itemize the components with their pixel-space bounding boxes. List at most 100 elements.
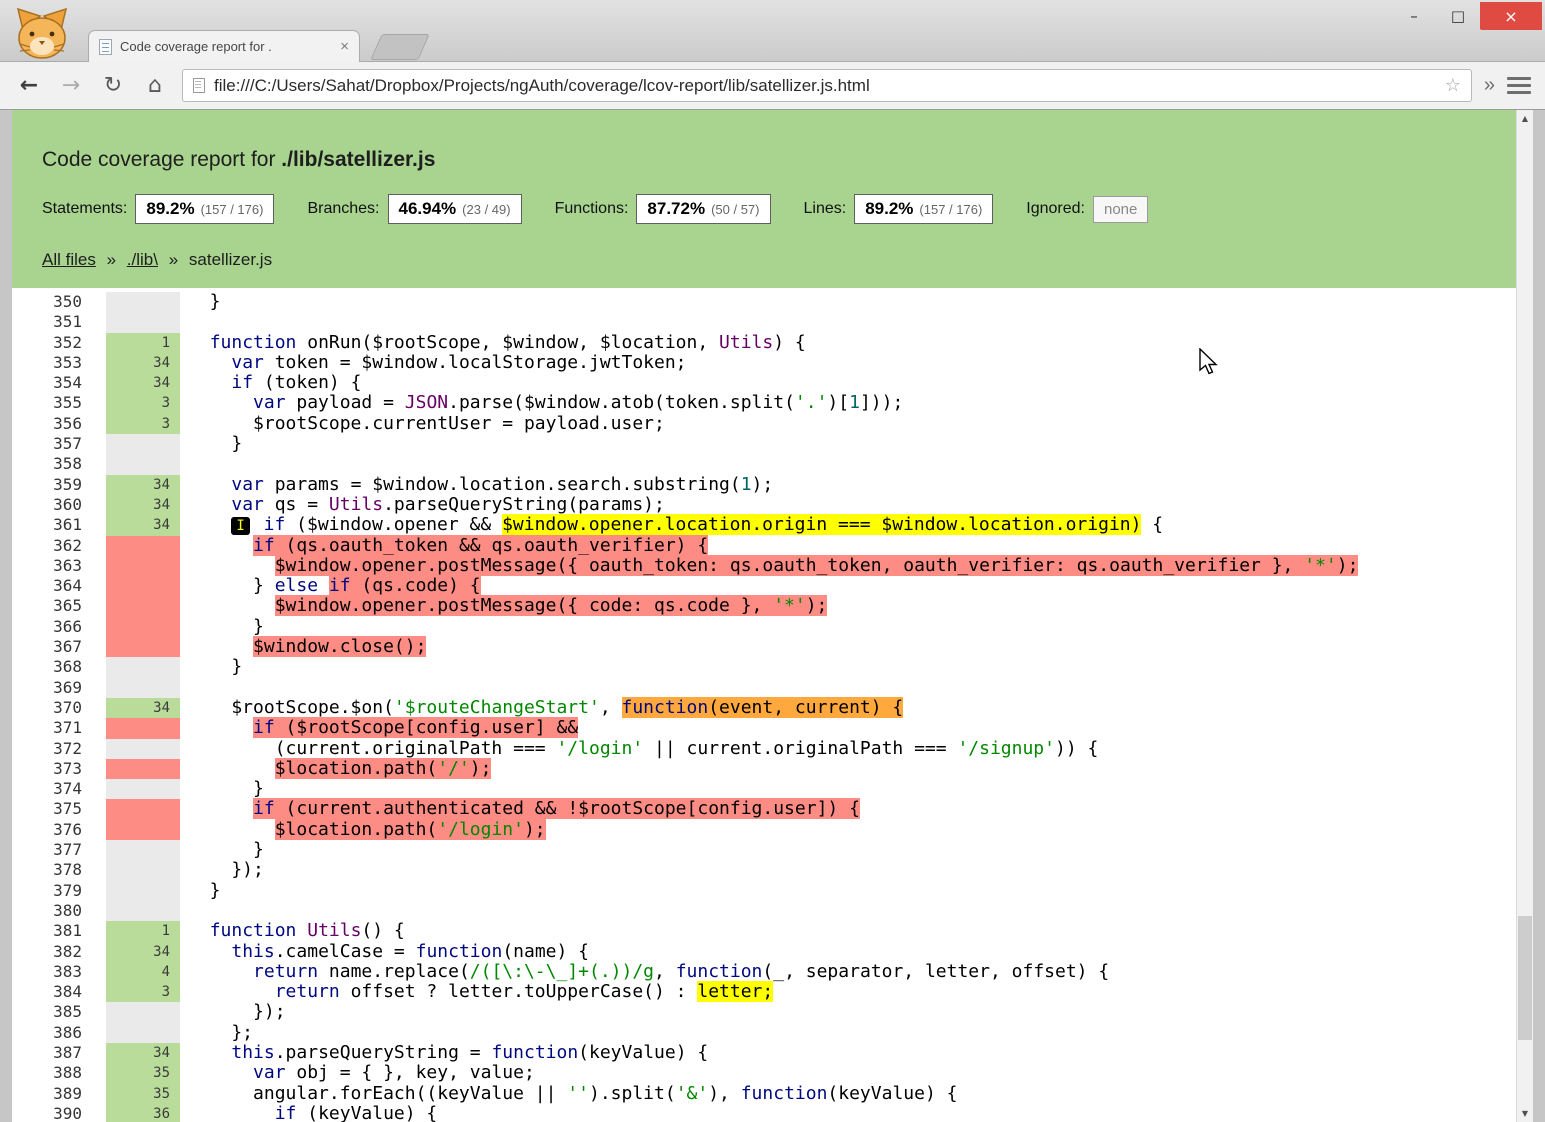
code-line: 378 }); bbox=[12, 859, 1516, 881]
line-number: 369 bbox=[53, 677, 82, 697]
breadcrumb-lib-link[interactable]: ./lib\ bbox=[127, 250, 158, 269]
code-text: function Utils() { bbox=[209, 920, 405, 942]
line-number: 352 bbox=[53, 332, 82, 352]
coverage-count-cell bbox=[106, 718, 180, 739]
coverage-count-cell: 34 bbox=[106, 474, 180, 495]
forward-button[interactable]: → bbox=[56, 71, 86, 101]
mouse-cursor bbox=[1199, 348, 1218, 375]
code-line: 387 34 this.parseQueryString = function(k… bbox=[12, 1042, 1516, 1064]
code-line: 370 34 $rootScope.$on('$routeChangeStart'… bbox=[12, 696, 1516, 719]
reload-button[interactable]: ↻ bbox=[98, 71, 128, 101]
cat-theme-icon bbox=[16, 7, 68, 59]
code-text: } bbox=[188, 433, 243, 455]
metric-value-box: 46.94% (23 / 49) bbox=[387, 194, 522, 224]
maximize-button[interactable]: □ bbox=[1436, 2, 1480, 30]
scrollbar-thumb[interactable] bbox=[1518, 916, 1532, 1040]
metric-value-box: 89.2% (157 / 176) bbox=[854, 194, 994, 224]
line-number: 357 bbox=[53, 434, 82, 454]
coverage-count-cell: 3 bbox=[106, 982, 180, 1003]
code-text: } bbox=[188, 615, 264, 637]
scroll-down-arrow-icon[interactable]: ▼ bbox=[1517, 1105, 1533, 1122]
close-button[interactable]: × bbox=[1480, 2, 1542, 30]
ignored-value: none bbox=[1104, 200, 1138, 218]
code-line: 390 36 if (keyValue) { bbox=[12, 1103, 1516, 1122]
code-line: 375 if (current.authenticated && !$rootS… bbox=[12, 798, 1516, 820]
vertical-scrollbar[interactable]: ▲ ▼ bbox=[1516, 110, 1533, 1122]
line-number: 370 bbox=[53, 697, 82, 717]
coverage-count-cell: 34 bbox=[106, 494, 180, 516]
metric-percentage: 89.2% bbox=[146, 199, 195, 218]
code-text: if (token) { bbox=[231, 372, 362, 394]
coverage-count-cell bbox=[106, 454, 180, 475]
metric-label: Lines: bbox=[803, 200, 847, 217]
code-line: 364 } else if (qs.code) { bbox=[12, 575, 1516, 597]
url-text[interactable]: file:///C:/Users/Sahat/Dropbox/Projects/… bbox=[214, 76, 1436, 96]
code-text: $rootScope.currentUser = payload.user; bbox=[188, 412, 665, 434]
browser-tab[interactable]: Code coverage report for . × bbox=[88, 30, 360, 62]
metric-value-box: 87.72% (50 / 57) bbox=[636, 194, 771, 224]
line-number: 387 bbox=[53, 1042, 82, 1062]
tab-close-icon[interactable]: × bbox=[340, 39, 349, 54]
code-line: 359 34 var params = $window.location.sear… bbox=[12, 474, 1516, 495]
metric-percentage: 89.2% bbox=[865, 199, 914, 218]
metric-value-box: 89.2% (157 / 176) bbox=[135, 194, 275, 224]
code-line: 368 } bbox=[12, 657, 1516, 678]
code-line: 385 }); bbox=[12, 1001, 1516, 1023]
code-line: 388 35 var obj = { }, key, value; bbox=[12, 1062, 1516, 1084]
code-line: 379 } bbox=[12, 880, 1516, 901]
code-text: }); bbox=[188, 859, 264, 881]
code-text: $window.opener.postMessage({ oauth_token… bbox=[274, 554, 1359, 576]
title-prefix: Code coverage report for bbox=[42, 148, 282, 171]
line-number: 361 bbox=[53, 515, 82, 535]
breadcrumb-all-files-link[interactable]: All files bbox=[42, 250, 96, 269]
metric-fraction: (157 / 176) bbox=[919, 202, 983, 217]
coverage-count-cell bbox=[106, 840, 180, 861]
coverage-count-cell: 36 bbox=[106, 1103, 180, 1122]
code-line: 369 bbox=[12, 677, 1516, 698]
coverage-count-cell: 34 bbox=[106, 373, 180, 394]
coverage-count-cell bbox=[106, 799, 180, 820]
line-number: 350 bbox=[53, 292, 82, 311]
code-text: var qs = Utils.parseQueryString(params); bbox=[231, 493, 665, 515]
code-line: 361 34 I if ($window.opener && $window.op… bbox=[12, 514, 1516, 536]
code-line: 382 34 this.camelCase = function(name) { bbox=[12, 940, 1516, 962]
coverage-count-cell: 34 bbox=[106, 697, 180, 719]
code-text: var token = $window.localStorage.jwtToke… bbox=[231, 351, 687, 373]
coverage-count-cell bbox=[106, 657, 180, 678]
back-button[interactable]: ← bbox=[14, 71, 44, 101]
line-number: 356 bbox=[53, 413, 82, 433]
code-line: 371 if ($rootScope[config.user] && bbox=[12, 717, 1516, 739]
bookmark-star-icon[interactable]: ☆ bbox=[1445, 75, 1461, 96]
code-text: } else if (qs.code) { bbox=[188, 575, 481, 597]
coverage-count-cell: 3 bbox=[106, 393, 180, 414]
home-button[interactable]: ⌂ bbox=[140, 71, 170, 101]
minimize-button[interactable]: – bbox=[1392, 2, 1436, 30]
code-text: }); bbox=[188, 1001, 286, 1023]
new-tab-button[interactable] bbox=[370, 34, 430, 60]
line-number: 351 bbox=[53, 312, 82, 332]
line-number: 353 bbox=[53, 352, 82, 372]
window-titlebar[interactable]: Code coverage report for . × – □ × bbox=[0, 0, 1545, 62]
code-text: angular.forEach((keyValue || '').split('… bbox=[188, 1082, 958, 1104]
code-text: I if ($window.opener && $window.opener.l… bbox=[180, 514, 1163, 536]
line-number: 374 bbox=[53, 779, 82, 799]
code-line: 363 $window.opener.postMessage({ oauth_t… bbox=[12, 554, 1516, 577]
extensions-overflow-icon[interactable]: » bbox=[1484, 74, 1495, 97]
code-line: 360 34 var qs = Utils.parseQueryString(pa… bbox=[12, 493, 1516, 516]
code-line: 367 $window.close(); bbox=[12, 636, 1516, 658]
coverage-count-cell: 1 bbox=[106, 332, 180, 353]
code-text: this.camelCase = function(name) { bbox=[231, 940, 590, 962]
browser-toolbar: ← → ↻ ⌂ file:///C:/Users/Sahat/Dropbox/P… bbox=[0, 62, 1545, 110]
address-bar[interactable]: file:///C:/Users/Sahat/Dropbox/Projects/… bbox=[182, 69, 1472, 102]
code-text: return name.replace(/([\:\-\_]+(.))/g, f… bbox=[253, 960, 1110, 982]
code-text: var obj = { }, key, value; bbox=[253, 1062, 535, 1084]
scroll-up-arrow-icon[interactable]: ▲ bbox=[1517, 110, 1533, 127]
line-number: 373 bbox=[53, 758, 82, 778]
coverage-count-cell bbox=[106, 779, 180, 800]
menu-hamburger-icon[interactable] bbox=[1507, 77, 1531, 94]
coverage-count-cell: 3 bbox=[106, 413, 180, 435]
ignored-value-box: none bbox=[1093, 195, 1149, 223]
code-line: 357 } bbox=[12, 433, 1516, 455]
coverage-count-cell bbox=[106, 434, 180, 455]
